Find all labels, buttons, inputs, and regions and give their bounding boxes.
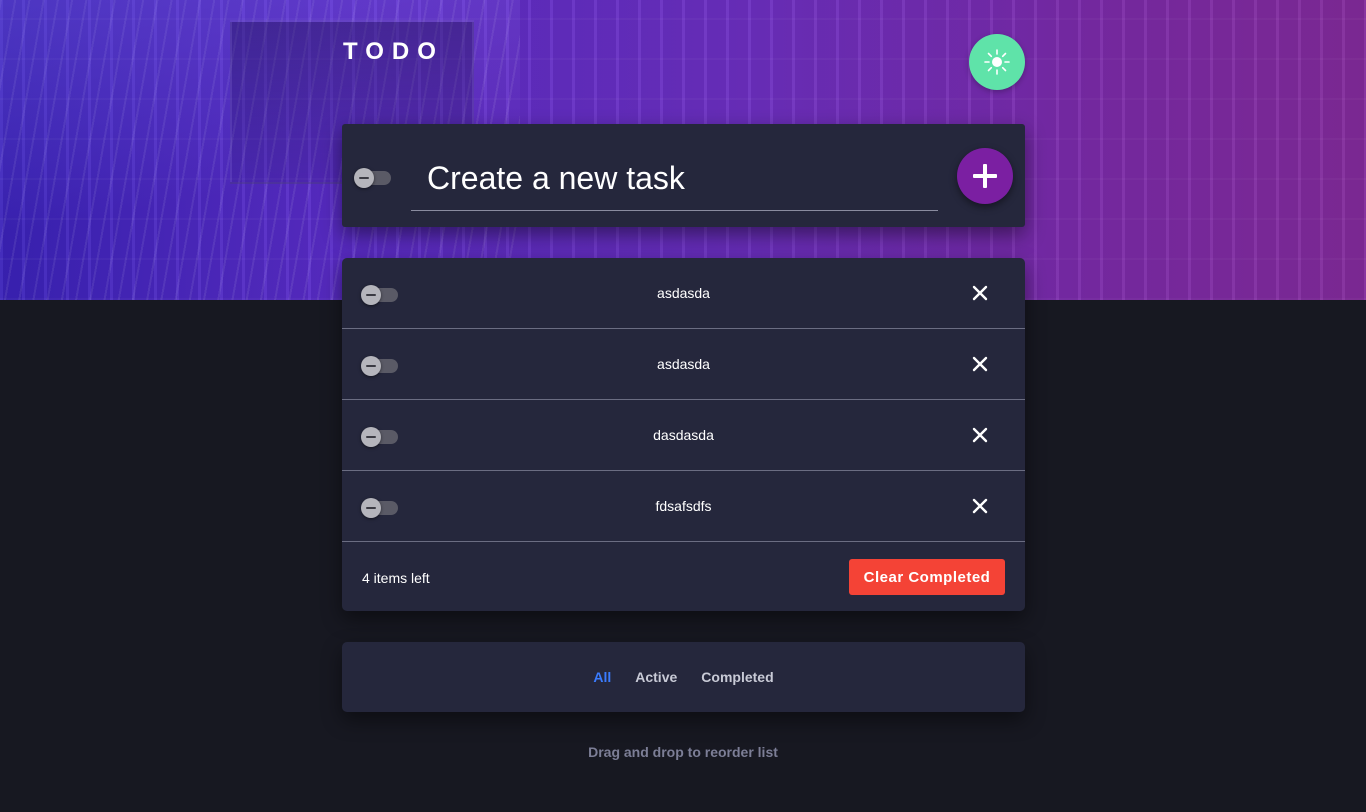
filter-active[interactable]: Active — [635, 669, 677, 685]
filter-all[interactable]: All — [593, 669, 611, 685]
task-row[interactable]: fdsafsdfs — [342, 471, 1025, 542]
task-text: fdsafsdfs — [655, 498, 712, 514]
create-complete-toggle[interactable] — [354, 168, 391, 188]
close-icon — [972, 285, 988, 301]
task-text: dasdasda — [653, 427, 714, 443]
list-footer: 4 items left Clear Completed — [342, 542, 1025, 611]
plus-icon — [973, 164, 997, 188]
app-title: TODO — [343, 38, 444, 65]
delete-task-button[interactable] — [970, 425, 990, 445]
task-list-card: asdasda asdasda dasdasda fdsafsdfs 4 ite… — [342, 258, 1025, 611]
sun-icon — [984, 49, 1010, 75]
delete-task-button[interactable] — [970, 283, 990, 303]
close-icon — [972, 356, 988, 372]
task-row[interactable]: asdasda — [342, 329, 1025, 400]
task-text: asdasda — [657, 285, 710, 301]
task-row[interactable]: asdasda — [342, 258, 1025, 329]
close-icon — [972, 427, 988, 443]
delete-task-button[interactable] — [970, 496, 990, 516]
drag-drop-hint: Drag and drop to reorder list — [588, 744, 778, 760]
delete-task-button[interactable] — [970, 354, 990, 374]
task-text: asdasda — [657, 356, 710, 372]
toggle-knob — [354, 168, 374, 188]
items-left-count: 4 items left — [362, 570, 430, 586]
clear-completed-button[interactable]: Clear Completed — [849, 559, 1005, 595]
add-task-button[interactable] — [957, 148, 1013, 204]
new-task-input[interactable] — [411, 147, 938, 211]
filter-tabs: All Active Completed — [342, 669, 1025, 685]
close-icon — [972, 498, 988, 514]
filter-card: All Active Completed — [342, 642, 1025, 712]
task-row[interactable]: dasdasda — [342, 400, 1025, 471]
filter-completed[interactable]: Completed — [701, 669, 773, 685]
theme-toggle-button[interactable] — [969, 34, 1025, 90]
